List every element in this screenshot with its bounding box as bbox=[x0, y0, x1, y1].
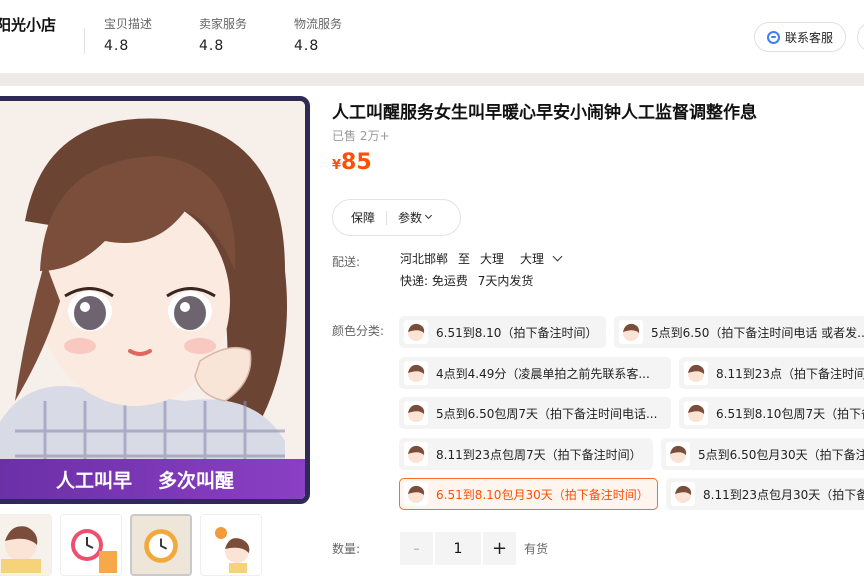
shop-name[interactable]: 阳光小店 bbox=[0, 14, 56, 35]
option-label: 5点到6.50（拍下备注时间电话 或者发... bbox=[651, 325, 864, 340]
express-info: 快递: 免运费 7天内发货 bbox=[400, 272, 533, 289]
option-label: 5点到6.50包周7天（拍下备注时间电话... bbox=[436, 406, 658, 421]
option-item[interactable]: 5点到6.50（拍下备注时间电话 或者发... bbox=[614, 316, 864, 348]
delivery-label: 配送: bbox=[332, 255, 361, 269]
quantity-input[interactable] bbox=[435, 532, 481, 565]
thumbnail-1[interactable] bbox=[0, 514, 52, 576]
option-item[interactable]: 8.11到23点包周7天（拍下备注时间） bbox=[399, 438, 653, 470]
thumbnail-4[interactable] bbox=[200, 514, 262, 576]
option-item-selected[interactable]: 6.51到8.10包月30天（拍下备注时间） bbox=[399, 478, 658, 510]
option-label: 4点到4.49分（凌晨单拍之前先联系客... bbox=[436, 366, 650, 381]
header-extra-button[interactable] bbox=[857, 22, 864, 52]
price-value: 85 bbox=[341, 150, 372, 175]
pill-divider bbox=[386, 210, 388, 225]
option-label: 6.51到8.10（拍下备注时间） bbox=[436, 325, 598, 340]
header-band bbox=[0, 74, 864, 86]
option-item[interactable]: 6.51到8.10（拍下备注时间） bbox=[399, 316, 606, 348]
option-label: 8.11到23点包周7天（拍下备注时间） bbox=[436, 447, 642, 462]
score-value: 4.8 bbox=[294, 38, 320, 54]
alarm-clock-icon bbox=[61, 515, 121, 575]
option-item[interactable]: 5点到6.50包月30天（拍下备注时间） bbox=[661, 438, 864, 470]
score-label: 宝贝描述 bbox=[104, 17, 153, 31]
girl-illustration bbox=[0, 101, 305, 499]
option-thumb-icon bbox=[404, 442, 428, 466]
contact-service-button[interactable]: 联系客服 bbox=[754, 22, 846, 52]
thumbnail-strip bbox=[0, 514, 262, 576]
delivery-from: 河北邯郸 bbox=[400, 252, 449, 266]
express-fee: 快递: 免运费 bbox=[400, 274, 468, 288]
score-description: 宝贝描述 4.8 bbox=[104, 15, 152, 54]
score-label: 物流服务 bbox=[294, 17, 343, 31]
quantity-decrease-button[interactable]: - bbox=[400, 532, 433, 565]
quantity-stepper: - + 有货 bbox=[400, 532, 548, 565]
girl-thumb-icon bbox=[0, 515, 51, 575]
banner-text-left: 人工叫早 bbox=[55, 469, 132, 492]
option-thumb-icon bbox=[671, 482, 695, 506]
main-product-image[interactable]: 人工叫早 多次叫醒 bbox=[0, 96, 310, 504]
option-item[interactable]: 4点到4.49分（凌晨单拍之前先联系客... bbox=[399, 357, 671, 389]
option-item[interactable]: 8.11到23点包月30天（拍下备注时间） bbox=[666, 478, 864, 510]
contact-service-label: 联系客服 bbox=[784, 30, 833, 45]
option-thumb-icon bbox=[619, 320, 643, 344]
price-currency: ¥ bbox=[332, 158, 342, 173]
option-thumb-icon bbox=[404, 320, 428, 344]
score-value: 4.8 bbox=[104, 38, 130, 54]
score-label: 卖家服务 bbox=[199, 17, 248, 31]
quantity-label: 数量: bbox=[332, 542, 361, 556]
info-pill: 保障 参数 bbox=[332, 199, 461, 236]
option-label: 5点到6.50包月30天（拍下备注时间） bbox=[698, 447, 864, 462]
option-thumb-icon bbox=[666, 442, 690, 466]
product-title: 人工叫醒服务女生叫早暖心早安小闹钟人工监督调整作息 bbox=[332, 103, 757, 123]
sold-count: 已售 2万+ bbox=[332, 129, 390, 143]
tab-params[interactable]: 参数 bbox=[398, 209, 433, 226]
delivery-row: 河北邯郸 至 大理 大理 bbox=[400, 250, 563, 267]
chat-icon bbox=[766, 30, 780, 44]
tab-params-label: 参数 bbox=[398, 211, 423, 225]
score-logistics: 物流服务 4.8 bbox=[294, 15, 342, 54]
option-thumb-icon bbox=[404, 361, 428, 385]
product-price: ¥85 bbox=[332, 150, 372, 175]
thumbnail-3[interactable] bbox=[130, 514, 192, 576]
clock-icon bbox=[132, 516, 190, 574]
good-morning-icon bbox=[201, 515, 261, 575]
score-service: 卖家服务 4.8 bbox=[199, 15, 247, 54]
option-label: 6.51到8.10包周7天（拍下备注时间） bbox=[716, 406, 864, 421]
option-label: 8.11到23点包月30天（拍下备注时间） bbox=[703, 487, 864, 502]
option-item[interactable]: 8.11到23点（拍下备注时间） bbox=[679, 357, 864, 389]
chevron-down-icon[interactable] bbox=[552, 251, 563, 262]
header-divider bbox=[84, 28, 85, 54]
thumbnail-2[interactable] bbox=[60, 514, 122, 576]
options-label: 颜色分类: bbox=[332, 324, 385, 338]
stock-status: 有货 bbox=[524, 542, 549, 556]
option-thumb-icon bbox=[684, 401, 708, 425]
option-thumb-icon bbox=[404, 482, 428, 506]
delivery-dest-district[interactable]: 大理 bbox=[520, 250, 544, 267]
score-value: 4.8 bbox=[199, 38, 225, 54]
option-thumb-icon bbox=[404, 401, 428, 425]
quantity-increase-button[interactable]: + bbox=[483, 532, 516, 565]
image-banner: 人工叫早 多次叫醒 bbox=[0, 459, 305, 499]
chevron-down-icon bbox=[424, 211, 433, 220]
option-item[interactable]: 5点到6.50包周7天（拍下备注时间电话... bbox=[399, 397, 671, 429]
option-label: 8.11到23点（拍下备注时间） bbox=[716, 366, 864, 381]
tab-guarantee[interactable]: 保障 bbox=[333, 209, 375, 226]
option-label: 6.51到8.10包月30天（拍下备注时间） bbox=[436, 487, 649, 502]
shop-header: 阳光小店 宝贝描述 4.8 卖家服务 4.8 物流服务 4.8 联系客服 bbox=[0, 0, 864, 74]
delivery-dest-city[interactable]: 大理 bbox=[480, 250, 504, 267]
delivery-to-word: 至 bbox=[458, 252, 471, 266]
banner-text-right: 多次叫醒 bbox=[158, 469, 235, 492]
option-item[interactable]: 6.51到8.10包周7天（拍下备注时间） bbox=[679, 397, 864, 429]
ship-time: 7天内发货 bbox=[477, 274, 534, 288]
option-thumb-icon bbox=[684, 361, 708, 385]
